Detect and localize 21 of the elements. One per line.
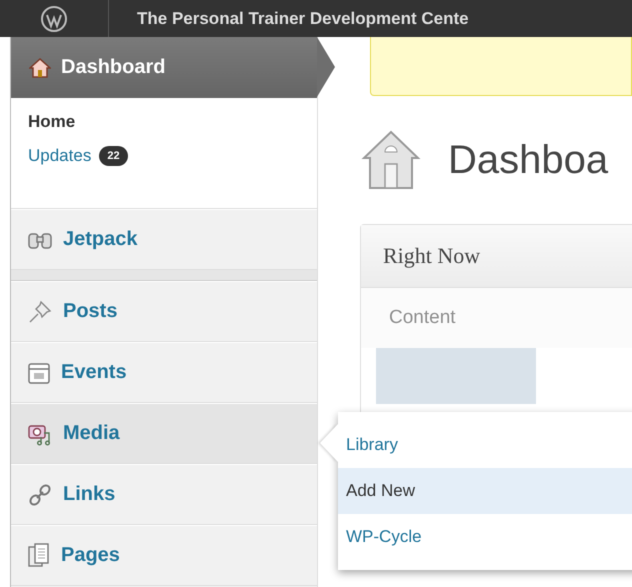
calendar-icon [27, 360, 51, 384]
pages-icon [27, 542, 51, 568]
flyout-item[interactable]: Library [338, 422, 632, 468]
house-icon [360, 128, 422, 192]
menu-item[interactable]: Posts [11, 281, 317, 342]
update-count: 22 [99, 146, 128, 166]
menu-item[interactable]: Media [11, 403, 317, 464]
flyout-item[interactable]: WP-Cycle [338, 514, 632, 560]
submenu-item[interactable]: Home [28, 112, 76, 132]
menu-item[interactable]: Links [11, 464, 317, 525]
section-label: Content [389, 307, 456, 329]
flyout-item[interactable]: Add New [338, 468, 632, 514]
submenu-item[interactable]: Updates [28, 146, 92, 166]
menu-item[interactable]: Pages [11, 525, 317, 586]
house-icon [29, 56, 51, 78]
chain-link-icon [27, 482, 53, 508]
page-title: Dashboa [448, 138, 608, 182]
pushpin-icon [27, 298, 53, 324]
menu-label: Dashboard [61, 56, 166, 79]
wordpress-logo-icon[interactable] [40, 4, 68, 32]
panel-title: Right Now [383, 243, 480, 269]
